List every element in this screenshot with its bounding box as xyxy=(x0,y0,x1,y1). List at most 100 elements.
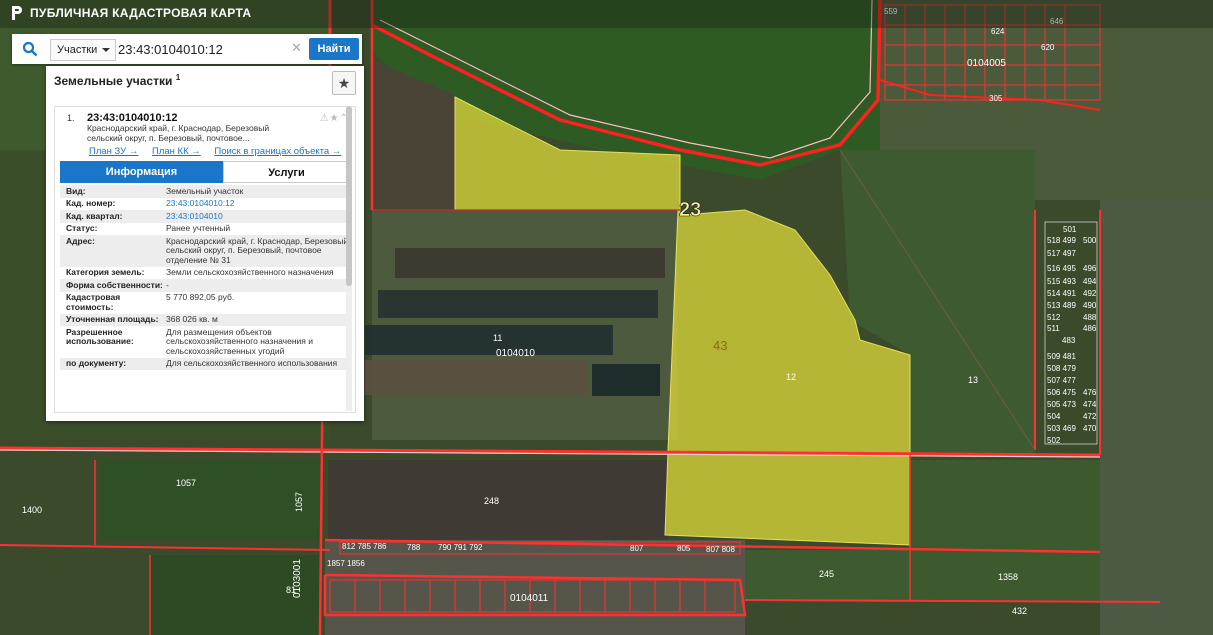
label-486: 486 xyxy=(1083,324,1097,333)
label-1857-1856: 1857 1856 xyxy=(327,559,365,568)
find-button[interactable]: Найти xyxy=(309,38,359,60)
label-512: 512 xyxy=(1047,313,1061,322)
tab-services[interactable]: Услуги xyxy=(223,161,350,183)
pond-small xyxy=(592,364,660,396)
pond-11 xyxy=(365,325,613,355)
info-key: Кадастровая стоимость: xyxy=(66,292,121,312)
label-245: 245 xyxy=(819,569,834,579)
label-432: 432 xyxy=(1012,606,1027,616)
label-472: 472 xyxy=(1083,412,1097,421)
favorite-star-icon[interactable]: ★ xyxy=(332,71,356,95)
label-474: 474 xyxy=(1083,400,1097,409)
label-476: 476 xyxy=(1083,388,1097,397)
strip-a xyxy=(395,248,665,278)
result-address-preview: Краснодарский край, г. Краснодар, Березо… xyxy=(87,123,270,143)
info-row-permitted-use: Разрешенное использование: Для размещения… xyxy=(60,326,351,358)
label-490: 490 xyxy=(1083,301,1097,310)
result-action-icons[interactable]: ⚠★⌃ xyxy=(320,113,349,124)
plan-kk-link[interactable]: План КК → xyxy=(152,146,201,157)
info-value: Земельный участок xyxy=(166,185,244,196)
info-value: 5 770 892,05 руб. xyxy=(166,292,235,302)
info-value: - xyxy=(166,279,169,290)
info-row-by-document: по документу: Для сельскохозяйственного и… xyxy=(60,357,351,370)
info-row-status: Статус: Ранее учтенный xyxy=(60,223,351,236)
label-quarter-0104011: 0104011 xyxy=(510,593,549,604)
info-key: Статус: xyxy=(66,223,98,233)
info-row-land-category: Категория земель: Земли сельскохозяйствен… xyxy=(60,267,351,280)
label-807-808: 807 808 xyxy=(706,545,735,554)
info-key: Форма собственности: xyxy=(66,279,163,290)
info-row-cadastral-value: Кадастровая стоимость: 5 770 892,05 руб. xyxy=(60,292,351,314)
app-title: ПУБЛИЧНАЯ КАДАСТРОВАЯ КАРТА xyxy=(30,6,252,20)
panel-title: Земельные участки 1 xyxy=(54,73,180,88)
plan-zu-link[interactable]: План ЗУ → xyxy=(89,146,138,157)
pond-upper xyxy=(378,290,658,318)
field-1057 xyxy=(100,460,320,540)
rosreestr-logo-icon xyxy=(12,6,22,20)
label-1057-vertical: 1057 xyxy=(294,492,304,512)
info-row-ownership: Форма собственности: - xyxy=(60,279,351,292)
field-sw xyxy=(0,550,150,635)
label-505-473: 505 473 xyxy=(1047,400,1076,409)
label-1358: 1358 xyxy=(998,572,1018,582)
label-470: 470 xyxy=(1083,424,1097,433)
label-812-785-786: 812 785 786 xyxy=(342,542,387,551)
panel-scrollbar[interactable] xyxy=(346,106,352,411)
panel-title-text: Земельные участки xyxy=(54,74,173,88)
info-table: Вид: Земельный участок Кад. номер: 23:43:0… xyxy=(60,185,351,370)
info-key: по документу: xyxy=(66,358,127,368)
info-value: Краснодарский край, г. Краснодар, Березо… xyxy=(166,235,349,265)
info-key: Кад. квартал: xyxy=(66,210,123,221)
info-row-area: Уточненная площадь: 368 026 кв. м xyxy=(60,313,351,326)
search-type-select[interactable]: Участки xyxy=(50,39,116,61)
app-logo[interactable]: ПУБЛИЧНАЯ КАДАСТРОВАЯ КАРТА xyxy=(10,5,251,21)
label-514-491: 514 491 xyxy=(1047,289,1076,298)
info-key: Уточненная площадь: xyxy=(66,314,159,324)
scrollbar-thumb[interactable] xyxy=(346,106,352,286)
label-508-479: 508 479 xyxy=(1047,364,1076,373)
label-517-497: 517 497 xyxy=(1047,249,1076,258)
search-in-bounds-link[interactable]: Поиск в границах объекта → xyxy=(214,146,341,157)
search-icon[interactable] xyxy=(22,41,38,57)
info-key: Адрес: xyxy=(66,235,95,246)
info-row-cad-quarter: Кад. квартал: 23:43:0104010 xyxy=(60,210,351,223)
info-key: Разрешенное использование: xyxy=(66,326,134,346)
label-511: 511 xyxy=(1047,324,1060,333)
label-516-495: 516 495 xyxy=(1047,264,1076,273)
info-value: Для сельскохозяйственного использования xyxy=(166,358,338,368)
label-492: 492 xyxy=(1083,289,1097,298)
label-624: 624 xyxy=(991,27,1005,36)
village-east xyxy=(1100,200,1213,635)
info-value: Для размещения объектов сельскохозяйстве… xyxy=(166,326,313,356)
label-11: 11 xyxy=(493,333,502,343)
label-501: 501 xyxy=(1063,225,1077,234)
tab-info[interactable]: Информация xyxy=(60,161,223,183)
info-value: Ранее учтенный xyxy=(166,223,231,233)
clear-icon[interactable]: ✕ xyxy=(291,40,302,56)
cad-number-link[interactable]: 23:43:0104010:12 xyxy=(166,198,351,209)
label-515-493: 515 493 xyxy=(1047,277,1076,286)
results-panel: Земельные участки 1 ★ 1. 23:43:0104010:1… xyxy=(46,66,364,421)
label-13: 13 xyxy=(968,375,978,385)
info-key: Категория земель: xyxy=(66,267,145,277)
header-bar: ПУБЛИЧНАЯ КАДАСТРОВАЯ КАРТА xyxy=(0,0,1213,28)
label-509-481: 509 481 xyxy=(1047,352,1076,361)
field-dry xyxy=(362,360,587,395)
label-1400: 1400 xyxy=(22,505,42,515)
label-620: 620 xyxy=(1041,43,1055,52)
label-504: 504 xyxy=(1047,412,1061,421)
label-506-475: 506 475 xyxy=(1047,388,1076,397)
label-513-489: 513 489 xyxy=(1047,301,1076,310)
label-488: 488 xyxy=(1083,313,1097,322)
search-input[interactable] xyxy=(116,39,306,59)
label-518-499: 518 499 xyxy=(1047,236,1076,245)
info-row-type: Вид: Земельный участок xyxy=(60,185,351,198)
label-quarter-0104010: 0104010 xyxy=(496,348,535,359)
label-305: 305 xyxy=(989,94,1003,103)
cad-quarter-link[interactable]: 23:43:0104010 xyxy=(166,211,351,222)
info-key: Вид: xyxy=(66,185,86,196)
results-count: 1 xyxy=(175,73,181,82)
label-parcel-12: 12 xyxy=(786,372,796,382)
info-value: 368 026 кв. м xyxy=(166,314,218,324)
result-index: 1. xyxy=(67,113,75,123)
